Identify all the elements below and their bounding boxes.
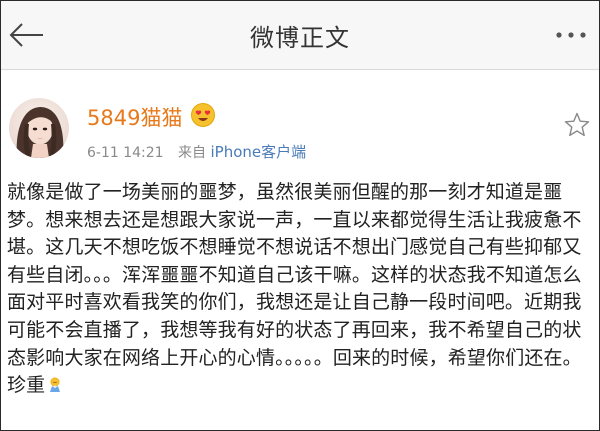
post-body: 就像是做了一场美丽的噩梦，虽然很美丽但醒的那一刻才知道是噩梦。想来想去还是想跟大… xyxy=(7,179,587,400)
source-prefix: 来自 xyxy=(178,145,207,161)
top-nav-bar: 微博正文 xyxy=(1,1,599,70)
page-title: 微博正文 xyxy=(250,24,350,52)
avatar[interactable] xyxy=(9,98,69,158)
more-options-button[interactable] xyxy=(549,21,593,49)
post-meta: 6-11 14:21 来自 iPhone客户端 xyxy=(87,141,306,162)
app-frame: 微博正文 5849猫猫 6-11 14:21 来自 iPhone客户端 就像是做… xyxy=(0,0,600,431)
star-outline-icon xyxy=(564,112,590,137)
more-dots-icon xyxy=(556,32,586,38)
username-link[interactable]: 5849猫猫 xyxy=(87,102,182,132)
pray-emoji-icon xyxy=(47,373,63,393)
favorite-button[interactable] xyxy=(563,111,591,139)
post-body-text: 就像是做了一场美丽的噩梦，虽然很美丽但醒的那一刻才知道是噩梦。想来想去还是想跟大… xyxy=(7,181,582,397)
source-app-link[interactable]: iPhone客户端 xyxy=(210,143,306,161)
vip-heart-eyes-emoji-icon xyxy=(190,102,216,128)
post-time: 6-11 14:21 xyxy=(87,145,164,161)
